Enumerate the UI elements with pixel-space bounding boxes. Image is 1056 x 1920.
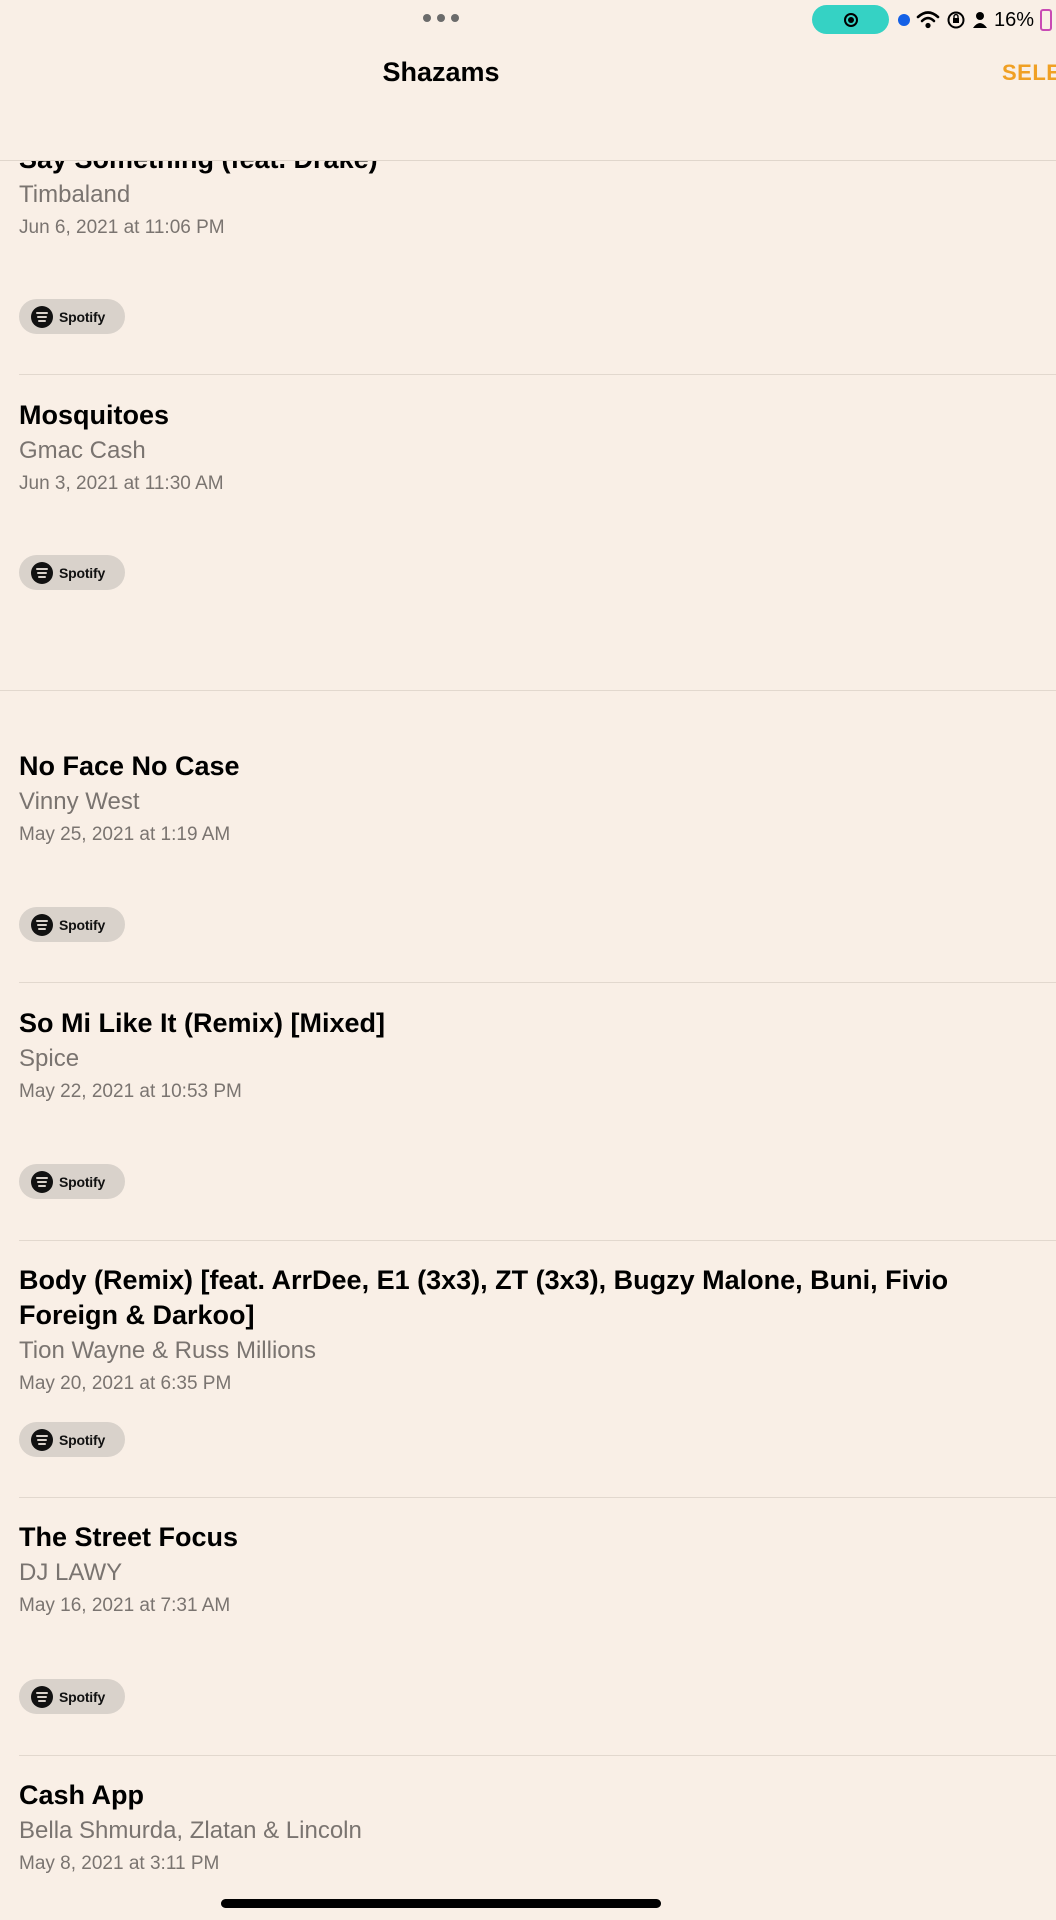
spotify-button[interactable]: Spotify	[19, 299, 125, 334]
song-date: May 22, 2021 at 10:53 PM	[19, 1081, 242, 1102]
page-title: Shazams	[382, 57, 500, 87]
shazam-list[interactable]: Say Something (feat. Drake) Timbaland Ju…	[0, 0, 1056, 1920]
song-date: May 8, 2021 at 3:11 PM	[19, 1853, 220, 1874]
battery-percent: 16%	[994, 8, 1035, 31]
song-artist: Tion Wayne & Russ Millions	[19, 1337, 316, 1364]
spotify-icon	[31, 1685, 53, 1708]
song-title: So Mi Like It (Remix) [Mixed]	[19, 1008, 386, 1038]
song-date: May 25, 2021 at 1:19 AM	[19, 824, 231, 845]
section-divider	[0, 690, 1056, 691]
status-bar: 16%	[0, 0, 1056, 40]
song-title: Mosquitoes	[19, 400, 170, 430]
divider	[19, 374, 1056, 375]
song-title: The Street Focus	[19, 1522, 239, 1552]
select-button[interactable]: SELE	[1002, 60, 1056, 86]
song-title: Cash App	[19, 1780, 145, 1810]
spotify-label: Spotify	[59, 1688, 106, 1705]
spotify-button[interactable]: Spotify	[19, 1679, 125, 1714]
spotify-label: Spotify	[59, 916, 106, 933]
location-dot-icon	[898, 14, 910, 26]
nav-bar: Shazams SELE	[0, 40, 1056, 161]
battery-icon	[1040, 9, 1053, 31]
song-artist: Gmac Cash	[19, 437, 146, 464]
divider	[19, 1755, 1056, 1756]
song-artist: Vinny West	[19, 788, 140, 815]
song-title: Body (Remix) [feat. ArrDee, E1 (3x3), ZT…	[19, 1265, 949, 1330]
spotify-icon	[31, 913, 53, 936]
spotify-button[interactable]: Spotify	[19, 907, 125, 942]
spotify-label: Spotify	[59, 308, 106, 325]
spotify-icon	[31, 1428, 53, 1451]
orientation-lock-icon	[946, 10, 966, 30]
home-indicator[interactable]	[221, 1899, 661, 1908]
divider	[19, 982, 1056, 983]
spotify-label: Spotify	[59, 1431, 106, 1448]
song-artist: Timbaland	[19, 181, 131, 208]
divider	[19, 1497, 1056, 1498]
song-artist: Spice	[19, 1045, 80, 1072]
spotify-icon	[31, 1170, 53, 1193]
spotify-label: Spotify	[59, 564, 106, 581]
song-date: May 20, 2021 at 6:35 PM	[19, 1373, 232, 1394]
song-date: Jun 6, 2021 at 11:06 PM	[19, 217, 225, 238]
spotify-label: Spotify	[59, 1173, 106, 1190]
spotify-button[interactable]: Spotify	[19, 1422, 125, 1457]
screen-record-icon[interactable]	[812, 5, 889, 34]
wifi-icon	[916, 10, 940, 30]
song-date: Jun 3, 2021 at 11:30 AM	[19, 473, 224, 494]
song-artist: DJ LAWY	[19, 1559, 123, 1586]
song-artist: Bella Shmurda, Zlatan & Lincoln	[19, 1817, 362, 1844]
spotify-button[interactable]: Spotify	[19, 555, 125, 590]
song-title: No Face No Case	[19, 751, 240, 781]
person-icon	[972, 11, 988, 29]
divider	[19, 1240, 1056, 1241]
spotify-icon	[31, 561, 53, 584]
more-dots-icon[interactable]	[423, 14, 459, 22]
song-date: May 16, 2021 at 7:31 AM	[19, 1595, 231, 1616]
spotify-button[interactable]: Spotify	[19, 1164, 125, 1199]
spotify-icon	[31, 305, 53, 328]
